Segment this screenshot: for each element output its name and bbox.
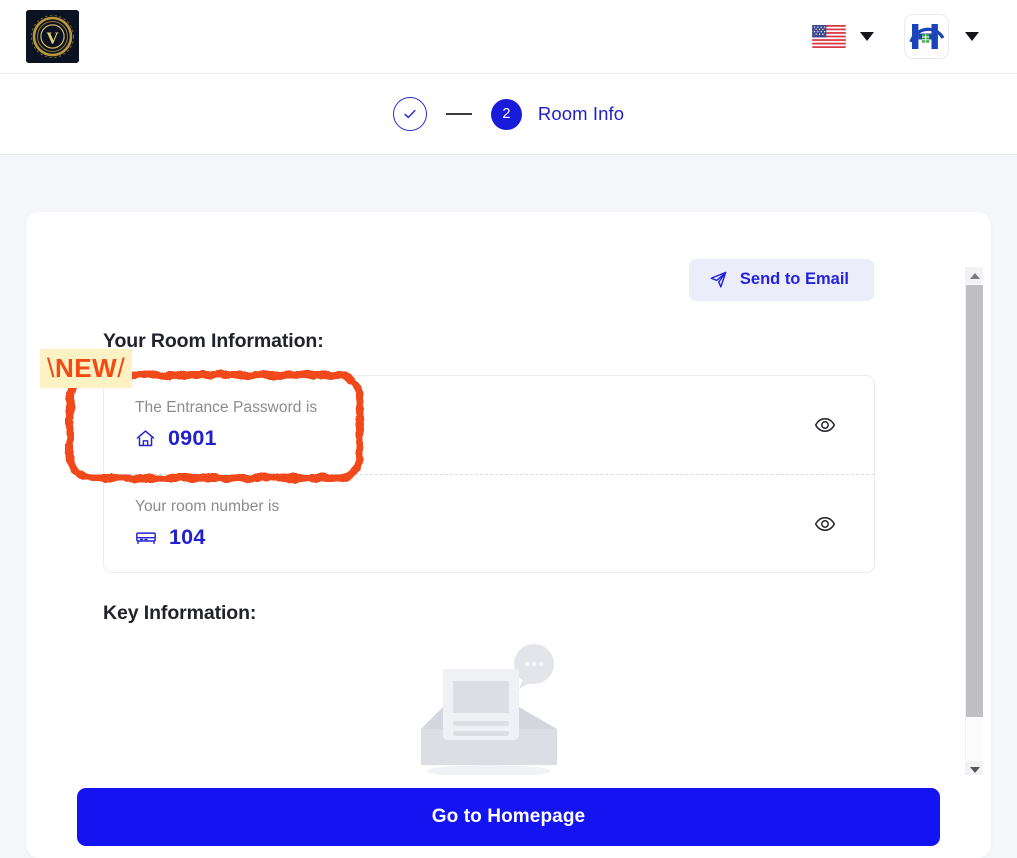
room-information-title: Your Room Information: — [103, 330, 324, 352]
progress-stepper-bar: 2 Room Info — [0, 74, 1017, 155]
step-connector-line — [445, 113, 472, 115]
empty-inbox-illustration — [421, 644, 557, 777]
home-icon — [136, 430, 155, 447]
scroll-thumb[interactable] — [966, 285, 983, 717]
card-footer: Go to Homepage — [26, 775, 991, 858]
h-house-logo-icon — [908, 23, 944, 49]
step-2-number: 2 — [502, 106, 511, 122]
send-to-email-label: Send to Email — [739, 270, 849, 288]
step-1-completed[interactable] — [392, 97, 427, 131]
toggle-entrance-password-visibility[interactable] — [810, 410, 840, 440]
room-number-texts: Your room number is 104 — [135, 498, 810, 550]
room-number-row: Your room number is 104 — [104, 474, 874, 572]
bed-icon — [136, 531, 156, 544]
language-selector[interactable] — [806, 21, 880, 52]
key-information-title: Key Information: — [103, 602, 257, 624]
card-scroll-area: Send to Email Your Room Information: The… — [26, 212, 991, 778]
app-header: V — [0, 0, 1017, 74]
send-plane-icon — [710, 271, 727, 288]
chevron-down-icon — [860, 32, 874, 41]
room-number-label: Your room number is — [135, 497, 280, 515]
send-to-email-button[interactable]: Send to Email — [688, 259, 874, 301]
go-to-homepage-button[interactable]: Go to Homepage — [77, 787, 940, 846]
chevron-down-icon — [965, 32, 979, 41]
svg-text:V: V — [46, 28, 59, 47]
entrance-password-value-line: 0901 — [135, 426, 810, 451]
card-scrollbar[interactable] — [965, 267, 983, 778]
triangle-up-icon — [969, 272, 980, 279]
entrance-password-label: The Entrance Password is — [135, 399, 318, 416]
entrance-password-value: 0901 — [168, 426, 217, 450]
vermont-crest-logo-icon: V — [26, 10, 79, 63]
eye-icon — [814, 516, 836, 531]
brand-logo[interactable]: V — [26, 10, 79, 63]
check-icon — [404, 109, 416, 119]
scroll-up-arrow[interactable] — [966, 267, 983, 284]
send-email-row: Send to Email — [103, 259, 875, 301]
header-controls — [806, 14, 979, 59]
room-info-card: Send to Email Your Room Information: The… — [26, 212, 991, 858]
property-logo — [904, 14, 949, 59]
step-2-label: Room Info — [537, 103, 625, 124]
step-2-current[interactable]: 2 — [490, 98, 522, 130]
room-info-list: The Entrance Password is 0901 Your room … — [103, 375, 875, 573]
card-content: Send to Email Your Room Information: The… — [26, 212, 947, 782]
progress-stepper: 2 Room Info — [392, 97, 625, 131]
room-number-value-line: 104 — [135, 525, 810, 550]
entrance-password-texts: The Entrance Password is 0901 — [135, 399, 810, 451]
entrance-password-row: The Entrance Password is 0901 — [104, 376, 874, 474]
eye-icon — [814, 418, 836, 432]
toggle-room-number-visibility[interactable] — [810, 509, 840, 539]
page-body: Send to Email Your Room Information: The… — [0, 155, 1017, 858]
room-number-value: 104 — [169, 524, 206, 549]
triangle-down-icon — [969, 766, 980, 773]
key-information-empty-state — [103, 625, 875, 782]
property-selector[interactable] — [904, 14, 979, 59]
us-flag-icon — [812, 25, 846, 48]
